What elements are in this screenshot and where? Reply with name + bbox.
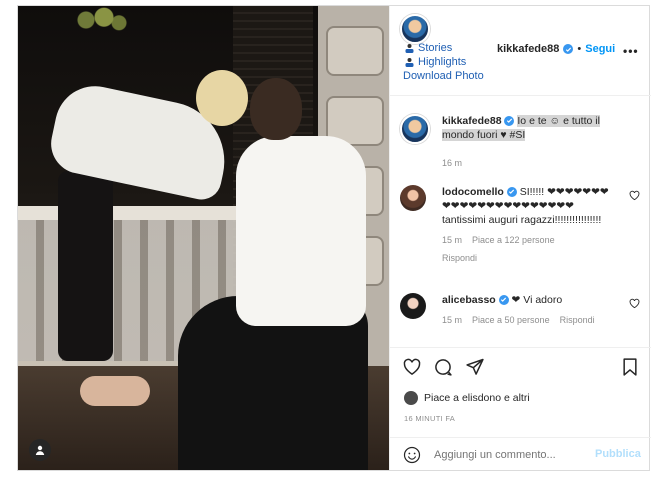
share-plane-icon[interactable] xyxy=(465,357,485,377)
user-download-icon xyxy=(405,43,414,53)
header-user: kikkafede88 • Segui xyxy=(497,43,616,55)
more-options-icon[interactable]: ••• xyxy=(623,44,639,58)
reply-button[interactable]: Rispondi xyxy=(560,313,595,327)
caption-username[interactable]: kikkafede88 xyxy=(442,115,502,127)
author-avatar[interactable] xyxy=(400,114,430,144)
like-comment-heart-icon[interactable] xyxy=(629,190,640,201)
post-header: Stories Highlights Download Photo kikkaf… xyxy=(390,6,651,96)
verified-badge-icon xyxy=(498,294,509,305)
comment-item: lodocomello SI!!!!! ❤❤❤❤❤❤❤❤❤❤❤❤❤❤❤❤❤❤❤❤… xyxy=(400,185,640,275)
like-comment-heart-icon[interactable] xyxy=(629,298,640,309)
comment-likes[interactable]: Piace a 122 persone xyxy=(472,233,555,247)
mistletoe-image xyxy=(68,6,128,34)
user-download-icon xyxy=(405,57,414,67)
verified-badge-icon xyxy=(563,44,574,54)
comment-username[interactable]: alicebasso xyxy=(442,294,496,306)
tagged-user-icon[interactable] xyxy=(29,439,51,461)
author-avatar[interactable] xyxy=(400,14,430,44)
comment-text: ❤ Vi adoro xyxy=(511,294,563,306)
verified-badge-icon xyxy=(504,115,515,126)
commenter-avatar[interactable] xyxy=(400,185,426,211)
comment-likes[interactable]: Piace a 50 persone xyxy=(472,313,550,327)
liker-avatar xyxy=(404,391,418,405)
post-sidebar: Stories Highlights Download Photo kikkaf… xyxy=(389,6,651,470)
comment-input[interactable] xyxy=(434,446,584,464)
like-heart-icon[interactable] xyxy=(402,357,422,377)
add-comment-bar: Pubblica xyxy=(390,437,651,470)
instagram-post: Stories Highlights Download Photo kikkaf… xyxy=(17,5,651,471)
caption: kikkafede88 Io e te ☺ e tutto il mondo f… xyxy=(400,114,640,168)
comment-item: alicebasso ❤ Vi adoro 15 m Piace a 50 pe… xyxy=(400,293,640,333)
caption-time[interactable]: 16 m xyxy=(442,156,462,170)
post-actions: Piace a elisdono e altri 16 minuti fa xyxy=(390,347,651,437)
verified-badge-icon xyxy=(506,186,517,197)
posted-time[interactable]: 16 minuti fa xyxy=(404,414,455,423)
comment-time[interactable]: 15 m xyxy=(442,313,462,327)
comment-time[interactable]: 15 m xyxy=(442,233,462,247)
comments-section: kikkafede88 Io e te ☺ e tutto il mondo f… xyxy=(390,97,651,347)
likes-summary[interactable]: Piace a elisdono e altri xyxy=(404,391,530,405)
post-photo[interactable] xyxy=(18,6,389,470)
commenter-avatar[interactable] xyxy=(400,293,426,319)
download-photo-link[interactable]: Download Photo xyxy=(403,70,484,82)
publish-button[interactable]: Pubblica xyxy=(595,448,641,460)
comment-username[interactable]: lodocomello xyxy=(442,186,504,198)
save-bookmark-icon[interactable] xyxy=(620,357,640,377)
highlights-link[interactable]: Highlights xyxy=(404,56,466,68)
comment-bubble-icon[interactable] xyxy=(433,357,453,377)
author-username[interactable]: kikkafede88 xyxy=(497,43,559,55)
stories-link[interactable]: Stories xyxy=(404,42,452,54)
emoji-smile-icon[interactable] xyxy=(403,446,421,464)
reply-button[interactable]: Rispondi xyxy=(442,251,477,265)
follow-button[interactable]: Segui xyxy=(585,43,615,55)
